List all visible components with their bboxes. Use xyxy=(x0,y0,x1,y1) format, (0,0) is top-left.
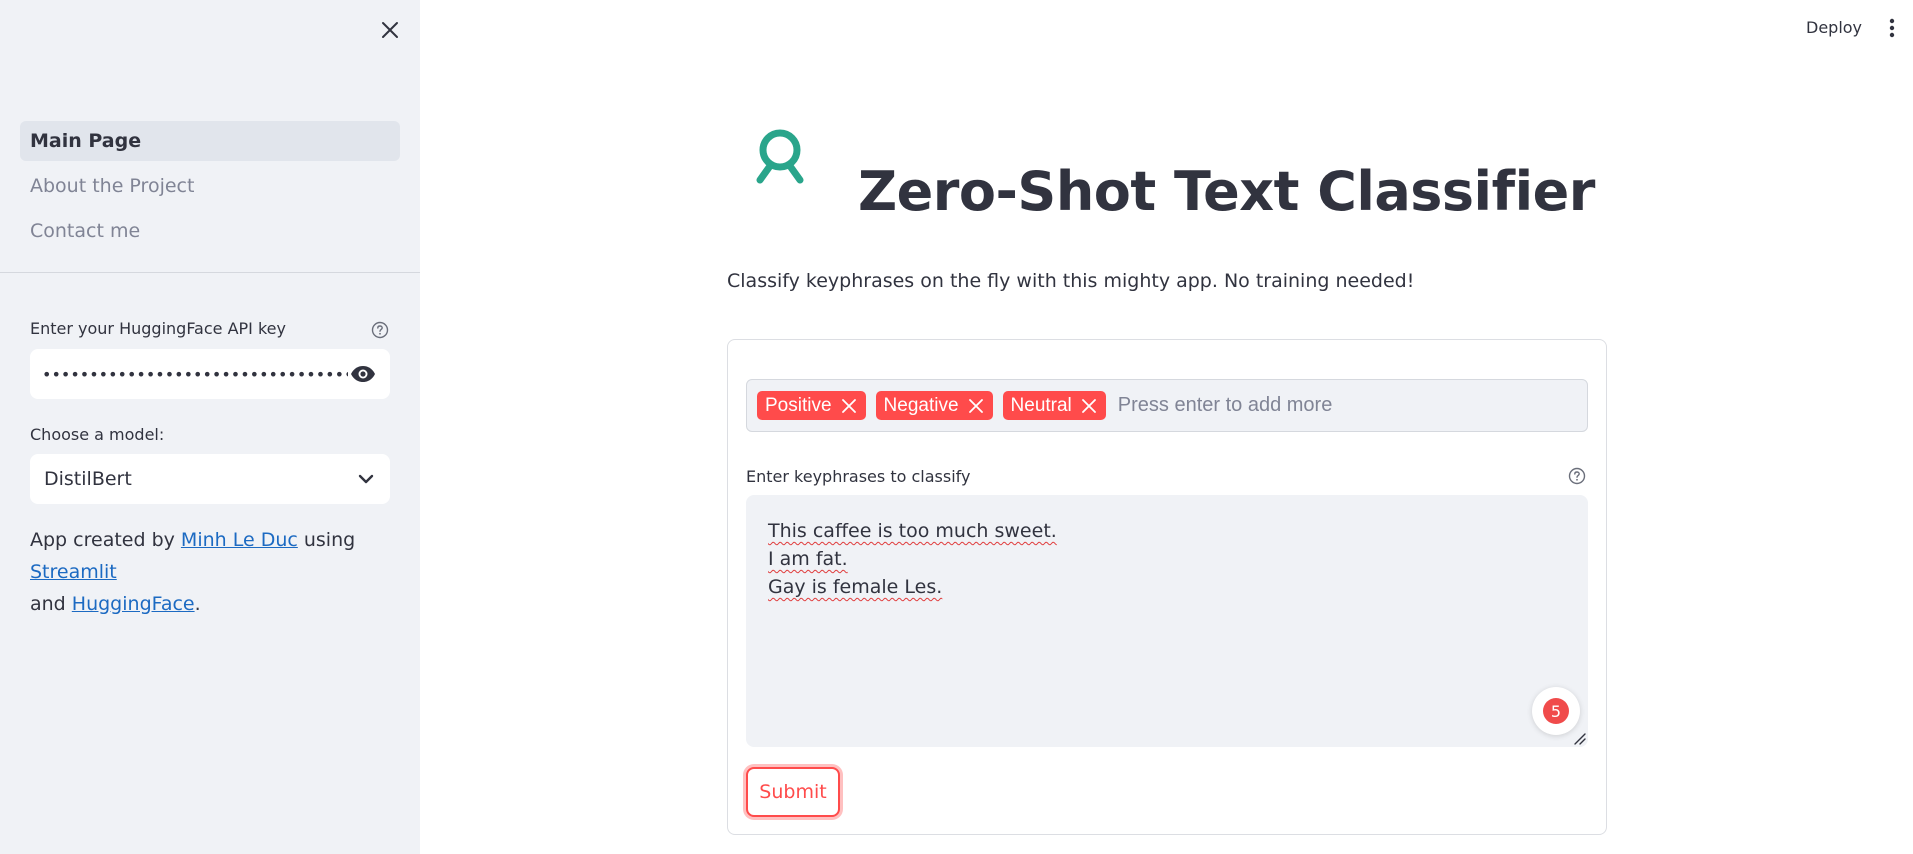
close-icon xyxy=(382,22,398,38)
help-circle-icon[interactable] xyxy=(370,320,390,340)
tag-positive: Positive xyxy=(757,391,866,420)
submit-button[interactable]: Submit xyxy=(746,767,840,817)
nav-item-main-page[interactable]: Main Page xyxy=(20,121,400,161)
grammar-issue-count: 5 xyxy=(1543,698,1569,724)
sidebar: Main Page About the Project Contact me E… xyxy=(0,0,420,854)
nav-item-contact-me[interactable]: Contact me xyxy=(20,211,400,251)
textarea-line: I am fat. xyxy=(768,548,848,570)
credit-prefix: App created by xyxy=(30,529,181,551)
streamlit-link[interactable]: Streamlit xyxy=(30,561,117,583)
credit-suffix: . xyxy=(194,593,201,615)
nav-item-about-the-project[interactable]: About the Project xyxy=(20,166,400,206)
textarea-line: This caffee is too much sweet. xyxy=(768,520,1057,542)
api-key-field[interactable]: •••••••••••••••••••••••••••••••••••••• xyxy=(30,349,390,399)
remove-tag-icon[interactable] xyxy=(840,397,858,415)
chevron-down-icon[interactable] xyxy=(354,467,378,491)
add-tag-input[interactable] xyxy=(1117,394,1418,417)
credit-using: using xyxy=(297,529,356,551)
tag-label: Negative xyxy=(883,394,959,416)
show-password-button[interactable] xyxy=(348,359,378,389)
author-link[interactable]: Minh Le Duc xyxy=(181,529,298,551)
labels-tag-input[interactable]: Positive Negative Neutral xyxy=(746,379,1588,432)
keyphrases-textarea[interactable]: This caffee is too much sweet. I am fat.… xyxy=(746,495,1588,747)
sidebar-nav: Main Page About the Project Contact me xyxy=(20,121,400,256)
remove-tag-icon[interactable] xyxy=(1080,397,1098,415)
page-subtitle: Classify keyphrases on the fly with this… xyxy=(727,270,1415,292)
deploy-button[interactable]: Deploy xyxy=(1798,14,1870,41)
sidebar-divider xyxy=(0,272,420,273)
app-credit: App created by Minh Le Duc using Streaml… xyxy=(30,524,400,620)
model-select[interactable]: DistilBert xyxy=(30,454,390,504)
tag-label: Positive xyxy=(765,394,832,416)
api-key-value[interactable]: •••••••••••••••••••••••••••••••••••••• xyxy=(42,365,348,384)
credit-and: and xyxy=(30,593,72,615)
close-sidebar-button[interactable] xyxy=(374,14,406,46)
huggingface-link[interactable]: HuggingFace xyxy=(72,593,195,615)
classify-form: Positive Negative Neutral Enter keyphras… xyxy=(727,339,1607,835)
remove-tag-icon[interactable] xyxy=(967,397,985,415)
app-logo-icon xyxy=(746,124,814,192)
model-selected-value: DistilBert xyxy=(44,468,132,490)
eye-icon xyxy=(351,366,375,382)
tag-neutral: Neutral xyxy=(1002,391,1106,420)
model-select-label: Choose a model: xyxy=(30,425,165,444)
kebab-menu-icon[interactable] xyxy=(1880,14,1904,42)
page-title: Zero-Shot Text Classifier xyxy=(858,160,1595,223)
textarea-line: Gay is female Les. xyxy=(768,576,943,598)
help-circle-icon[interactable] xyxy=(1567,466,1587,486)
tag-label: Neutral xyxy=(1010,394,1072,416)
grammar-checker-badge[interactable]: 5 xyxy=(1532,687,1580,735)
api-key-label: Enter your HuggingFace API key xyxy=(30,319,286,338)
keyphrases-label: Enter keyphrases to classify xyxy=(746,467,971,486)
tag-negative: Negative xyxy=(875,391,993,420)
resize-handle-icon[interactable] xyxy=(1572,731,1586,745)
